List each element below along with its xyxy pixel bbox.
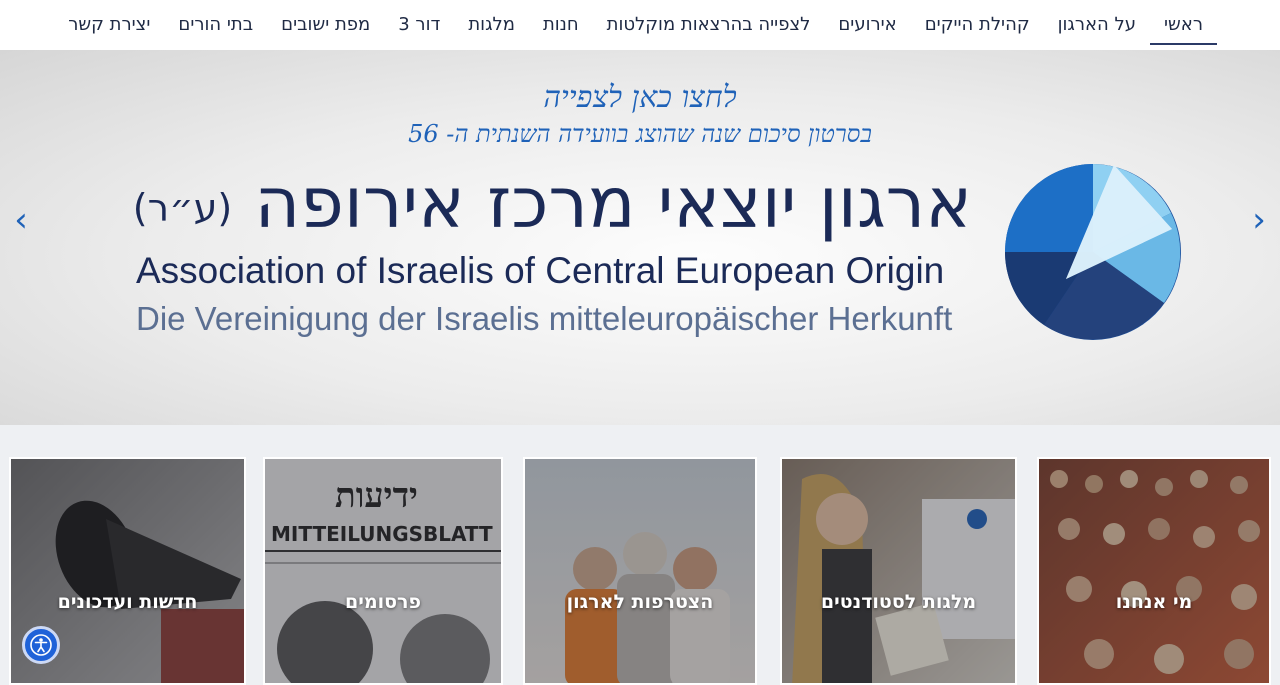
top-navigation: ראשי על הארגון קהילת הייקים אירועים לצפי… [0,0,1280,50]
org-name-german: Die Vereinigung der Israelis mitteleurop… [136,300,953,337]
slider-prev-button[interactable]: ‹ [9,200,33,240]
nav-item-contact[interactable]: יצירת קשר [54,0,164,50]
card-join[interactable]: הצטרפות לארגון [523,457,757,685]
hero-slider[interactable]: לחצו כאן לצפייה בסרטון סיכום שנה שהוצג ב… [0,50,1280,425]
nav-item-parents-homes[interactable]: בתי הורים [164,0,267,50]
card-about-us-label: מי אנחנו [1115,591,1193,613]
nav-item-shop[interactable]: חנות [529,0,593,50]
chevron-left-icon: ‹ [14,200,28,240]
card-about-us[interactable]: מי אנחנו [1037,457,1271,685]
card-scholarships-label: מלגות לסטודנטים [820,591,977,613]
card-publications-label: פרסומים [345,591,421,613]
chevron-right-icon: › [1252,200,1266,240]
hero-video-link[interactable]: לחצו כאן לצפייה [0,80,1280,115]
nav-item-home[interactable]: ראשי [1150,0,1217,50]
nav-list: ראשי על הארגון קהילת הייקים אירועים לצפי… [54,0,1217,50]
card-scholarships-overlay [782,459,1015,683]
nav-item-community[interactable]: קהילת הייקים [911,0,1044,50]
org-logo-icon [1005,164,1181,340]
card-join-label: הצטרפות לארגון [566,591,714,613]
org-name-hebrew-abbr: (ע״ר) [132,185,233,230]
nav-item-map[interactable]: מפת ישובים [267,0,384,50]
nav-item-about[interactable]: על הארגון [1044,0,1150,50]
card-news-label: חדשות ועדכונים [57,591,198,613]
card-publications-overlay [265,459,501,683]
hero-video-caption[interactable]: בסרטון סיכום שנה שהוצג בוועידה השנתית ה-… [0,120,1280,149]
nav-item-generation-3[interactable]: דור 3 [384,0,454,50]
card-about-us-overlay [1039,459,1269,683]
org-name-english: Association of Israelis of Central Europ… [136,250,945,291]
nav-item-lectures[interactable]: לצפייה בהרצאות מוקלטות [593,0,825,50]
feature-cards: חדשות ועדכונים ידיעות MITTEILUNGSBLATT פ… [0,457,1280,685]
nav-item-scholarships[interactable]: מלגות [454,0,529,50]
card-scholarships[interactable]: מלגות לסטודנטים [780,457,1017,685]
slider-next-button[interactable]: › [1247,200,1271,240]
card-publications[interactable]: ידיעות MITTEILUNGSBLATT פרסומים [263,457,503,685]
accessibility-icon [30,634,52,656]
card-join-overlay [525,459,755,683]
org-name-hebrew-text: ארגון יוצאי מרכז אירופה [254,162,972,244]
org-name-hebrew: ארגון יוצאי מרכז אירופה (ע״ר) [133,162,972,244]
nav-item-events[interactable]: אירועים [824,0,910,50]
accessibility-button[interactable] [22,626,60,664]
